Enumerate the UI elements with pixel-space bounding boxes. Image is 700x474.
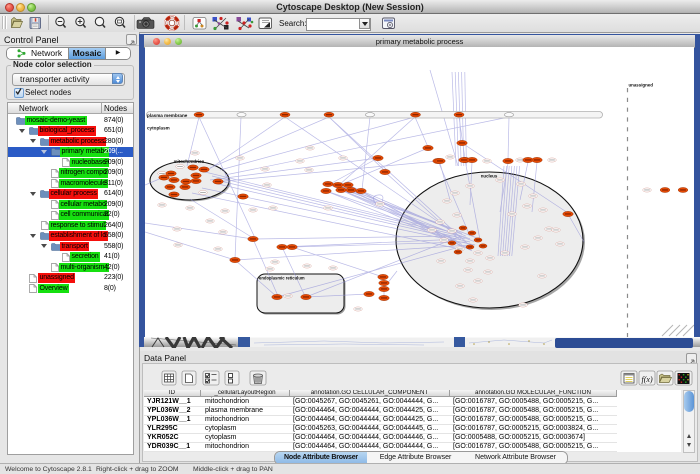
- svg-text:unassigned: unassigned: [629, 83, 654, 88]
- svg-text:plasma membrane: plasma membrane: [147, 113, 188, 118]
- svg-text:f(x): f(x): [642, 375, 653, 384]
- svg-text:cytoplasm: cytoplasm: [147, 126, 170, 131]
- svg-text:mitochondrion: mitochondrion: [174, 159, 205, 164]
- svg-text:endoplasmic reticulum: endoplasmic reticulum: [259, 276, 305, 281]
- svg-text:nucleus: nucleus: [481, 174, 498, 179]
